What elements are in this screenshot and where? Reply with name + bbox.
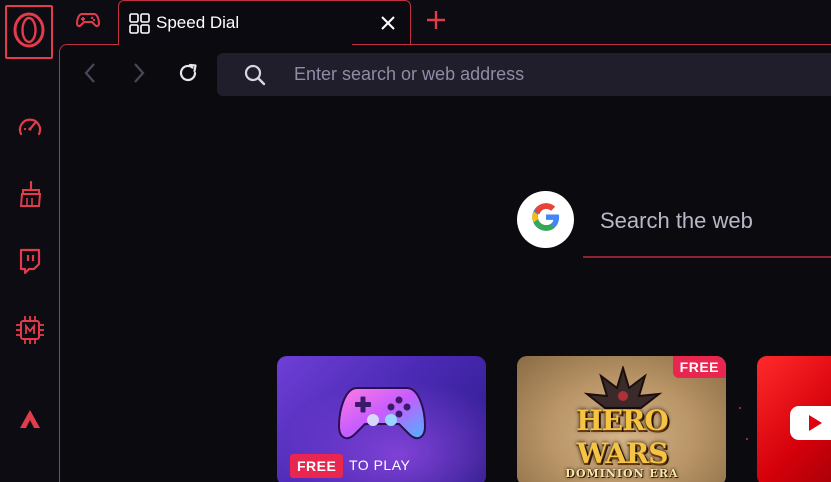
sidebar — [0, 0, 59, 482]
web-search-label: Search the web — [600, 208, 753, 233]
web-search-field[interactable]: Search the web — [583, 198, 831, 258]
address-input[interactable] — [294, 63, 794, 85]
speed-dial-tile-hero-wars[interactable]: HERO WARS DOMINION ERA FREE — [517, 356, 726, 482]
new-tab-button[interactable] — [423, 9, 449, 35]
tile-caption: TO PLAY — [349, 457, 411, 473]
forward-icon — [132, 61, 146, 90]
reload-icon — [177, 62, 199, 89]
hero-wars-logo: HERO WARS DOMINION ERA — [550, 404, 694, 480]
search-engine-button[interactable] — [517, 191, 574, 248]
opera-menu-button[interactable] — [5, 5, 53, 59]
close-icon[interactable] — [377, 12, 399, 34]
decorative-dot — [746, 438, 748, 440]
search-icon — [244, 64, 266, 91]
cleaner-icon[interactable] — [14, 178, 46, 210]
plus-icon — [426, 10, 446, 35]
speedometer-icon[interactable] — [14, 112, 46, 144]
twitch-icon[interactable] — [14, 245, 46, 277]
gamepad-icon — [337, 380, 427, 451]
speed-dial-tile-games[interactable]: FREE TO PLAY — [277, 356, 486, 482]
forward-button[interactable] — [124, 60, 154, 90]
opera-logo-icon — [12, 11, 46, 54]
tab-title: Speed Dial — [156, 13, 240, 32]
reload-button[interactable] — [173, 60, 203, 90]
speed-dial-tile-youtube[interactable] — [757, 356, 831, 482]
decorative-dot — [739, 407, 741, 409]
browser-window: Speed Dial Enter search or web address S… — [0, 0, 831, 482]
grid-icon — [129, 13, 150, 39]
tab-speed-dial[interactable]: Speed Dial — [118, 0, 411, 45]
free-badge: FREE — [290, 454, 344, 478]
google-logo-icon — [531, 202, 561, 237]
gamepad-icon — [76, 11, 100, 34]
tab-bar: Speed Dial — [59, 0, 831, 45]
back-button[interactable] — [75, 60, 105, 90]
youtube-logo-icon — [790, 406, 831, 440]
hero-wars-subtitle: DOMINION ERA — [565, 467, 679, 480]
gx-corner-tab[interactable] — [59, 0, 117, 44]
address-bar[interactable] — [217, 53, 831, 96]
tab-bar-divider — [352, 44, 831, 45]
memory-chip-icon[interactable] — [14, 314, 46, 346]
aria-icon[interactable] — [14, 403, 46, 435]
back-icon — [83, 61, 97, 90]
hero-wars-title: HERO WARS — [576, 404, 668, 470]
free-badge: FREE — [672, 356, 726, 378]
